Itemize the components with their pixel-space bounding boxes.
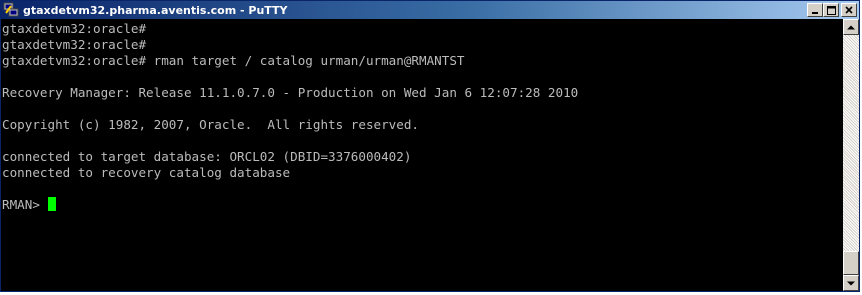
minimize-button[interactable] — [807, 3, 823, 17]
terminal-line: gtaxdetvm32:oracle# — [2, 37, 147, 52]
terminal-output[interactable]: gtaxdetvm32:oracle# gtaxdetvm32:oracle# … — [1, 19, 843, 291]
terminal-line: Copyright (c) 1982, 2007, Oracle. All ri… — [2, 117, 420, 132]
arrow-down-icon — [847, 281, 855, 285]
window-title: gtaxdetvm32.pharma.aventis.com - PuTTY — [23, 3, 288, 17]
prompt-line[interactable]: RMAN> — [2, 197, 843, 213]
title-bar[interactable]: gtaxdetvm32.pharma.aventis.com - PuTTY — [1, 1, 859, 19]
scroll-up-button[interactable] — [843, 19, 859, 35]
maximize-icon — [826, 5, 836, 15]
arrow-up-icon — [847, 25, 855, 29]
terminal-line: connected to recovery catalog database — [2, 165, 291, 180]
close-button[interactable] — [841, 3, 857, 17]
putty-icon[interactable] — [3, 2, 19, 18]
putty-window: gtaxdetvm32.pharma.aventis.com - PuTTY g… — [0, 0, 860, 292]
vertical-scrollbar[interactable] — [843, 19, 859, 291]
scroll-down-button[interactable] — [843, 275, 859, 291]
terminal-line: connected to target database: ORCL02 (DB… — [2, 149, 412, 164]
minimize-icon — [812, 12, 818, 14]
rman-prompt: RMAN> — [2, 197, 48, 212]
maximize-button[interactable] — [823, 3, 839, 17]
text-cursor — [47, 197, 56, 211]
close-icon — [845, 6, 853, 14]
scroll-thumb[interactable] — [843, 251, 859, 275]
window-controls — [807, 3, 857, 17]
terminal-line: gtaxdetvm32:oracle# rman target / catalo… — [2, 53, 465, 68]
terminal-line: gtaxdetvm32:oracle# — [2, 21, 147, 36]
terminal-line: Recovery Manager: Release 11.1.0.7.0 - P… — [2, 85, 579, 100]
